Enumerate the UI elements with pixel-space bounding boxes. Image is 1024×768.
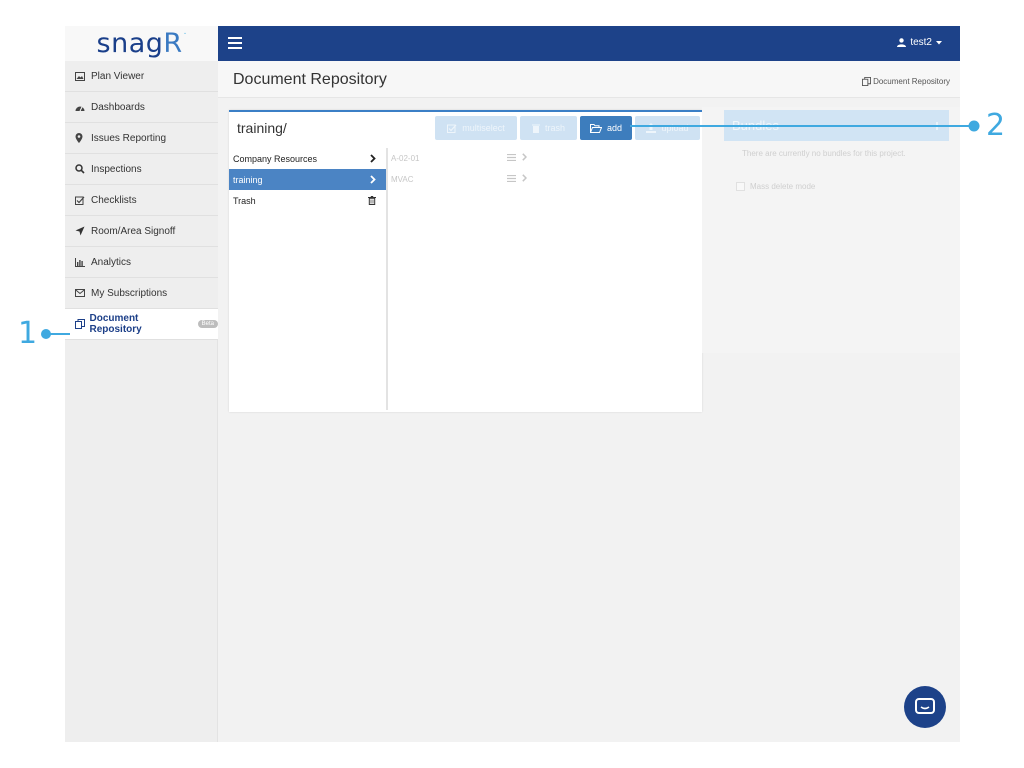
- file-name: MVAC: [391, 175, 414, 184]
- chevron-right-icon: [370, 175, 376, 184]
- folder-name: training: [233, 174, 263, 185]
- chat-launcher-button[interactable]: [904, 686, 946, 728]
- trash-icon: [531, 124, 540, 133]
- current-path: training/: [237, 120, 287, 136]
- logo-dot: .: [183, 26, 187, 37]
- location-arrow-icon: [75, 226, 91, 236]
- file-list: A-02-01 MVAC: [389, 148, 702, 410]
- chevron-right-icon[interactable]: [522, 174, 527, 182]
- search-icon: [75, 164, 91, 174]
- sidebar-item-label: Plan Viewer: [91, 70, 145, 82]
- documents-icon: [75, 319, 90, 329]
- user-name: test2: [910, 37, 932, 48]
- file-name: A-02-01: [391, 154, 420, 163]
- image-icon: [75, 71, 91, 81]
- add-button[interactable]: add: [580, 116, 632, 140]
- trash-button[interactable]: trash: [520, 116, 577, 140]
- multiselect-button[interactable]: multiselect: [435, 116, 517, 140]
- mass-delete-checkbox[interactable]: [736, 182, 745, 191]
- sidebar-item-label: Document Repository: [89, 313, 142, 335]
- sidebar-item-my-subscriptions[interactable]: My Subscriptions: [65, 278, 218, 309]
- sidebar-item-room-area-signoff[interactable]: Room/Area Signoff: [65, 216, 218, 247]
- folder-name: Company Resources: [233, 153, 318, 164]
- menu-lines-icon[interactable]: [507, 174, 516, 182]
- sidebar-item-label: Dashboards: [91, 101, 145, 113]
- file-item-mvac[interactable]: MVAC: [389, 169, 702, 190]
- sidebar-item-plan-viewer[interactable]: Plan Viewer: [65, 61, 218, 92]
- user-icon: [897, 38, 907, 47]
- documents-icon: [862, 77, 872, 86]
- sidebar-item-label: Issues Reporting: [91, 132, 167, 144]
- sidebar-item-label: My Subscriptions: [91, 287, 168, 299]
- sidebar-item-label: Analytics: [91, 256, 132, 268]
- file-item-a-02-01[interactable]: A-02-01: [389, 148, 702, 169]
- bundles-empty-message: There are currently no bundles for this …: [742, 149, 906, 158]
- beta-badge: Beta: [197, 320, 218, 328]
- folder-name: Trash: [233, 195, 256, 206]
- annotation-number-2: 2: [986, 108, 1006, 143]
- mass-delete-label: Mass delete mode: [750, 182, 816, 191]
- sidebar-item-label: Room/Area Signoff: [91, 225, 176, 237]
- add-label: add: [606, 123, 623, 133]
- trash-icon: [368, 196, 376, 205]
- bundles-panel: Bundles There are currently no bundles f…: [702, 107, 960, 353]
- page-title: Document Repository: [233, 71, 387, 88]
- logo[interactable]: snagR.: [65, 26, 218, 61]
- trash-label: trash: [544, 123, 565, 133]
- sidebar-item-inspections[interactable]: Inspections: [65, 154, 218, 185]
- hamburger-menu-icon[interactable]: [228, 37, 242, 49]
- chevron-right-icon[interactable]: [522, 153, 527, 161]
- file-browser-panel: training/ multiselect trash add upload C…: [229, 110, 702, 412]
- folder-item-trash[interactable]: Trash: [229, 190, 386, 211]
- folder-item-training[interactable]: training: [229, 169, 386, 190]
- mass-delete-toggle[interactable]: Mass delete mode: [736, 182, 815, 191]
- sidebar-item-dashboards[interactable]: Dashboards: [65, 92, 218, 123]
- sidebar-item-analytics[interactable]: Analytics: [65, 247, 218, 278]
- logo-text: snagR: [96, 28, 183, 59]
- sidebar-item-label: Inspections: [91, 163, 142, 175]
- sidebar-item-document-repository[interactable]: Document Repository Beta: [65, 309, 218, 340]
- sidebar-nav: Plan Viewer Dashboards Issues Reporting …: [65, 61, 218, 340]
- sidebar-item-label: Checklists: [91, 194, 137, 206]
- folder-list: Company Resources training Trash: [229, 148, 388, 410]
- sidebar-item-issues-reporting[interactable]: Issues Reporting: [65, 123, 218, 154]
- bar-chart-icon: [75, 257, 91, 267]
- map-marker-icon: [75, 133, 91, 143]
- top-navbar: test2: [218, 26, 960, 61]
- chevron-right-icon: [370, 154, 376, 163]
- annotation-pointer-1: [41, 329, 70, 339]
- envelope-icon: [75, 289, 91, 297]
- sidebar: snagR. Plan Viewer Dashboards Issues Rep…: [65, 26, 218, 742]
- dashboard-icon: [75, 103, 91, 112]
- caret-down-icon: [936, 40, 942, 44]
- sidebar-item-checklists[interactable]: Checklists: [65, 185, 218, 216]
- menu-lines-icon[interactable]: [507, 153, 516, 161]
- annotation-pointer-2: [630, 120, 980, 132]
- checkbox-icon: [75, 196, 91, 205]
- breadcrumb-label: Document Repository: [873, 77, 950, 86]
- user-menu[interactable]: test2: [897, 37, 942, 48]
- annotation-number-1: 1: [18, 316, 38, 351]
- folder-item-company-resources[interactable]: Company Resources: [229, 148, 386, 169]
- page-header: Document Repository Document Repository: [218, 61, 960, 98]
- breadcrumb[interactable]: Document Repository: [862, 77, 950, 86]
- checkbox-icon: [447, 124, 457, 133]
- chat-icon: [915, 698, 935, 714]
- multiselect-label: multiselect: [462, 123, 505, 133]
- folder-open-icon: [589, 123, 602, 133]
